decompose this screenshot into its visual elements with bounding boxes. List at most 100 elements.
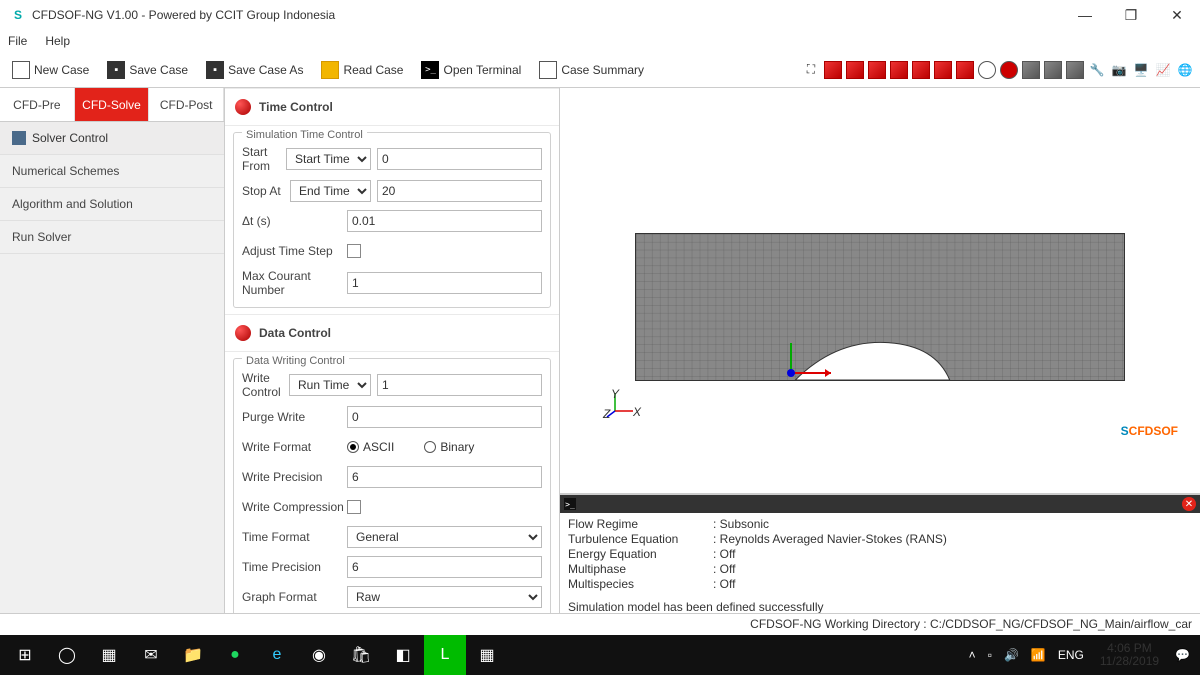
mail-icon[interactable]: ✉ [130, 635, 172, 675]
time-format-label: Time Format [242, 530, 347, 544]
view-cube-icon[interactable] [846, 61, 864, 79]
axis-widget: Y Z X [605, 391, 645, 423]
toolbar: New Case ▪Save Case ▪Save Case As Read C… [0, 52, 1200, 88]
console-icon: >_ [564, 498, 576, 510]
globe-icon[interactable]: 🌐 [1176, 61, 1194, 79]
tray-app-icon[interactable]: ▫ [982, 648, 998, 662]
sidebar-item-run-solver[interactable]: Run Solver [0, 221, 224, 254]
write-control-select[interactable]: Run Time [289, 374, 371, 396]
new-case-button[interactable]: New Case [6, 59, 95, 81]
time-format-select[interactable]: General [347, 526, 542, 548]
save-case-as-button[interactable]: ▪Save Case As [200, 59, 309, 81]
write-format-ascii-radio[interactable] [347, 441, 359, 453]
view-cube-icon[interactable] [890, 61, 908, 79]
edge-icon[interactable]: e [256, 635, 298, 675]
camera-icon[interactable]: 📷 [1110, 61, 1128, 79]
write-compression-checkbox[interactable] [347, 500, 361, 514]
start-button[interactable]: ⊞ [4, 635, 46, 675]
chart-icon[interactable]: 📈 [1154, 61, 1172, 79]
target-icon[interactable] [978, 61, 996, 79]
console-close-button[interactable]: ✕ [1182, 497, 1196, 511]
save-case-button[interactable]: ▪Save Case [101, 59, 194, 81]
tray-language[interactable]: ENG [1052, 648, 1090, 662]
app-icon[interactable]: ▦ [466, 635, 508, 675]
title-bar: S CFDSOF-NG V1.00 - Powered by CCIT Grou… [0, 0, 1200, 30]
start-from-select[interactable]: Start Time [286, 148, 371, 170]
tab-cfd-solve[interactable]: CFD-Solve [75, 88, 150, 121]
purge-write-input[interactable] [347, 406, 542, 428]
app-icon[interactable]: ◧ [382, 635, 424, 675]
read-case-button[interactable]: Read Case [315, 59, 409, 81]
menu-help[interactable]: Help [45, 34, 70, 48]
view-cube-icon[interactable] [868, 61, 886, 79]
view-cube-icon[interactable] [824, 61, 842, 79]
chrome-icon[interactable]: ◉ [298, 635, 340, 675]
grid-icon[interactable] [1044, 61, 1062, 79]
start-from-input[interactable] [377, 148, 542, 170]
notifications-icon[interactable]: 💬 [1169, 648, 1196, 662]
summary-icon [539, 61, 557, 79]
3d-canvas[interactable]: Y Z X SCFDSOF [560, 88, 1200, 493]
brand-watermark: SCFDSOF [1121, 424, 1178, 438]
menu-file[interactable]: File [8, 34, 27, 48]
fullscreen-icon[interactable]: ⛶ [802, 61, 820, 79]
time-precision-label: Time Precision [242, 560, 347, 574]
dt-input[interactable] [347, 210, 542, 232]
console: >_ ✕ Flow Regime: Subsonic Turbulence Eq… [560, 493, 1200, 613]
section-icon [235, 325, 251, 341]
explorer-icon[interactable]: 📁 [172, 635, 214, 675]
spotify-icon[interactable]: ● [214, 635, 256, 675]
minimize-button[interactable]: — [1062, 0, 1108, 30]
save-icon: ▪ [107, 61, 125, 79]
write-format-label: Write Format [242, 440, 347, 454]
system-clock[interactable]: 4:06 PM11/28/2019 [1090, 642, 1169, 668]
close-button[interactable]: ✕ [1154, 0, 1200, 30]
monitor-icon[interactable]: 🖥️ [1132, 61, 1150, 79]
write-compression-label: Write Compression [242, 500, 347, 514]
open-terminal-button[interactable]: >_Open Terminal [415, 59, 527, 81]
view-toolbar: ⛶ 🔧 📷 🖥️ 📈 🌐 [802, 61, 1194, 79]
view-cube-icon[interactable] [956, 61, 974, 79]
sidebar-item-numerical-schemes[interactable]: Numerical Schemes [0, 155, 224, 188]
write-precision-input[interactable] [347, 466, 542, 488]
write-format-binary-radio[interactable] [424, 441, 436, 453]
graph-format-select[interactable]: Raw [347, 586, 542, 608]
sidebar-item-algorithm-solution[interactable]: Algorithm and Solution [0, 188, 224, 221]
line-icon[interactable]: L [424, 635, 466, 675]
maximize-button[interactable]: ❐ [1108, 0, 1154, 30]
graph-format-label: Graph Format [242, 590, 347, 604]
cortana-button[interactable]: ◯ [46, 635, 88, 675]
stop-at-input[interactable] [377, 180, 542, 202]
tray-volume-icon[interactable]: 🔊 [998, 648, 1025, 662]
grid-icon[interactable] [1022, 61, 1040, 79]
sidebar-item-solver-control[interactable]: Solver Control [0, 122, 224, 155]
tray-chevron-icon[interactable]: ˄ [963, 648, 982, 662]
wrench-icon[interactable]: 🔧 [1088, 61, 1106, 79]
time-precision-input[interactable] [347, 556, 542, 578]
left-sidebar: CFD-Pre CFD-Solve CFD-Post Solver Contro… [0, 88, 225, 613]
time-control-legend: Simulation Time Control [242, 129, 367, 141]
view-cube-icon[interactable] [912, 61, 930, 79]
taskview-button[interactable]: ▦ [88, 635, 130, 675]
adjust-timestep-label: Adjust Time Step [242, 244, 347, 258]
grid-icon[interactable] [1066, 61, 1084, 79]
tab-cfd-post[interactable]: CFD-Post [149, 88, 224, 121]
taskbar: ⊞ ◯ ▦ ✉ 📁 ● e ◉ 🛍 ◧ L ▦ ˄ ▫ 🔊 📶 ENG 4:06… [0, 635, 1200, 675]
start-from-label: Start From [242, 145, 286, 173]
max-courant-input[interactable] [347, 272, 542, 294]
write-control-input[interactable] [377, 374, 542, 396]
record-icon[interactable] [1000, 61, 1018, 79]
tab-cfd-pre[interactable]: CFD-Pre [0, 88, 75, 121]
new-file-icon [12, 61, 30, 79]
case-summary-button[interactable]: Case Summary [533, 59, 650, 81]
store-icon[interactable]: 🛍 [340, 635, 382, 675]
purge-write-label: Purge Write [242, 410, 347, 424]
terminal-icon: >_ [421, 61, 439, 79]
stop-at-select[interactable]: End Time [290, 180, 371, 202]
adjust-timestep-checkbox[interactable] [347, 244, 361, 258]
tray-wifi-icon[interactable]: 📶 [1025, 648, 1052, 662]
settings-panel: Time Control Simulation Time Control Sta… [225, 88, 560, 613]
dt-label: Δt (s) [242, 214, 347, 228]
view-cube-icon[interactable] [934, 61, 952, 79]
data-control-header: Data Control [225, 314, 559, 352]
